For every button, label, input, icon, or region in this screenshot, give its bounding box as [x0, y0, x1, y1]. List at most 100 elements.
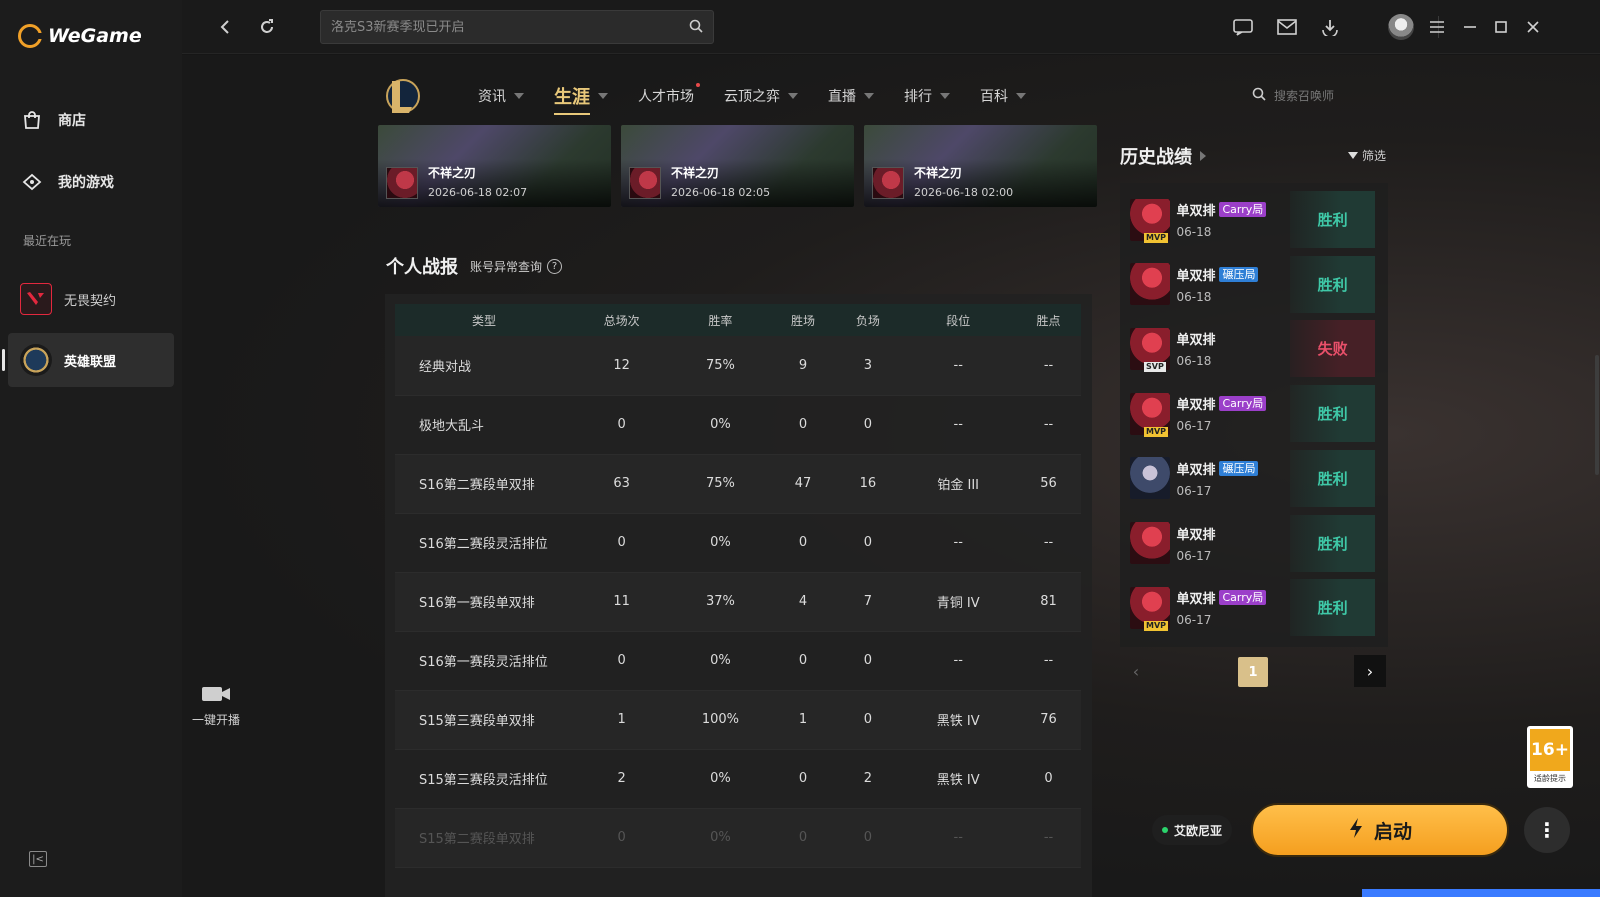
table-cell: S15第三赛段灵活排位 [395, 749, 573, 809]
sidebar-item-my-games[interactable]: 我的游戏 [20, 170, 114, 194]
server-selector[interactable]: 艾欧尼亚 [1152, 815, 1233, 845]
sidebar-game-lol[interactable]: 英雄联盟 [2, 333, 174, 387]
match-result: 失败 [1290, 320, 1375, 378]
champion-avatar [1130, 457, 1171, 500]
launch-button[interactable]: 启动 [1251, 803, 1509, 857]
tab-tft[interactable]: 云顶之弈 [724, 83, 798, 109]
table-cell: -- [900, 336, 1017, 396]
match-row[interactable]: MVP 单双排 Carry局 06-18 胜利 [1130, 191, 1375, 248]
match-mode: 单双排 [1176, 268, 1216, 284]
table-cell: S15第二赛段单双排 [395, 808, 573, 868]
video-champion-name: 不祥之刃 [914, 166, 963, 180]
tab-news[interactable]: 资讯 [478, 83, 524, 109]
match-info: 单双排 碾压局 06-18 [1176, 265, 1290, 304]
video-card[interactable]: 不祥之刃 2026-06-18 02:07 [378, 125, 611, 207]
tab-ranking[interactable]: 排行 [904, 83, 950, 109]
column-header: 类型 [395, 304, 573, 336]
more-options-icon[interactable]: ⋮ [1524, 807, 1570, 853]
account-query-link[interactable]: 账号异常查询 ? [470, 258, 563, 275]
page-number[interactable]: 1 [1238, 657, 1268, 687]
age-rating-badge[interactable]: 16+ 适龄提示 [1527, 726, 1573, 788]
refresh-icon[interactable] [254, 14, 280, 40]
history-title-label: 历史战绩 [1120, 147, 1192, 168]
tab-label: 云顶之弈 [724, 89, 780, 105]
sidebar: WeGame 商店 我的游戏 最近在玩 无畏契约 英雄联盟 |< [0, 0, 182, 897]
table-cell: 0 [1016, 749, 1081, 809]
match-row[interactable]: SVP 单双排 06-18 失败 [1130, 320, 1375, 378]
game-label: 英雄联盟 [64, 354, 117, 370]
table-cell: -- [1016, 513, 1081, 573]
match-row[interactable]: MVP 单双排 Carry局 06-17 胜利 [1130, 579, 1375, 637]
history-title[interactable]: 历史战绩 [1120, 143, 1206, 169]
nav-tabs: 资讯 生涯 人才市场 云顶之弈 直播 排行 百科 [478, 83, 1056, 115]
table-cell: 青铜 IV [900, 572, 1017, 632]
video-champion-name: 不祥之刃 [671, 166, 720, 180]
global-search-input[interactable] [331, 19, 689, 35]
column-header: 负场 [835, 304, 901, 336]
minimize-icon[interactable] [1457, 14, 1483, 40]
match-row[interactable]: 单双排 06-17 胜利 [1130, 514, 1375, 572]
chevron-down-icon [940, 93, 950, 99]
back-icon[interactable] [212, 14, 238, 40]
mail-icon[interactable] [1274, 14, 1300, 40]
tab-talent[interactable]: 人才市场 [638, 83, 700, 109]
menu-icon[interactable] [1424, 14, 1450, 40]
chevron-down-icon [864, 93, 874, 99]
table-cell: 2 [835, 749, 901, 809]
next-page-icon[interactable]: › [1354, 655, 1386, 687]
collapse-sidebar-icon[interactable]: |< [29, 851, 47, 867]
gamepad-icon [20, 170, 44, 194]
help-icon[interactable]: ? [547, 258, 563, 274]
match-mode-line: 单双排 Carry局 [1176, 588, 1290, 607]
match-tag: Carry局 [1219, 590, 1267, 606]
table-cell: 63 [573, 454, 671, 514]
section-title: 个人战报 [386, 257, 458, 278]
filter-button[interactable]: 筛选 [1348, 147, 1386, 164]
table-cell: 1 [573, 690, 671, 750]
maximize-icon[interactable] [1488, 14, 1514, 40]
match-result: 胜利 [1290, 255, 1375, 313]
tab-live[interactable]: 直播 [828, 83, 874, 109]
table-cell: 1 [770, 690, 836, 750]
match-row[interactable]: MVP 单双排 Carry局 06-17 胜利 [1130, 385, 1375, 443]
brand[interactable]: WeGame [18, 24, 142, 48]
tab-career[interactable]: 生涯 [554, 83, 608, 115]
sidebar-game-valorant[interactable]: 无畏契约 [8, 272, 174, 326]
top-bar [182, 0, 1600, 54]
summoner-search[interactable]: 搜索召唤师 [1252, 87, 1334, 104]
match-mode-line: 单双排 碾压局 [1176, 459, 1290, 478]
tab-wiki[interactable]: 百科 [980, 83, 1026, 109]
champion-avatar: MVP [1130, 392, 1171, 437]
match-result: 胜利 [1290, 449, 1375, 507]
download-icon[interactable] [1317, 14, 1343, 40]
video-champion-name: 不祥之刃 [428, 166, 477, 180]
table-cell: 黑铁 IV [900, 749, 1017, 809]
sidebar-item-store[interactable]: 商店 [20, 108, 86, 132]
lol-logo-icon[interactable] [382, 74, 422, 118]
stats-panel: 类型 总场次 胜率 胜场 负场 段位 胜点 经典对战 12 75% 9 3 -- -- 极地大… [385, 294, 1092, 897]
video-card[interactable]: 不祥之刃 2026-06-18 02:00 [864, 125, 1097, 207]
global-search[interactable] [320, 10, 714, 44]
scrollbar[interactable] [1595, 355, 1599, 475]
match-mode: 单双排 [1176, 398, 1216, 414]
table-cell: S16第二赛段灵活排位 [395, 513, 573, 573]
table-cell: S16第一赛段单双排 [395, 572, 573, 632]
match-row[interactable]: 单双排 碾压局 06-17 胜利 [1130, 449, 1375, 507]
chat-icon[interactable] [1230, 14, 1256, 40]
match-mode: 单双排 [1176, 333, 1216, 349]
match-row[interactable]: 单双排 碾压局 06-18 胜利 [1130, 255, 1375, 313]
table-cell: 0 [770, 808, 836, 868]
table-row: 经典对战 12 75% 9 3 -- -- [395, 336, 1081, 396]
close-icon[interactable] [1520, 14, 1546, 40]
table-cell: 0 [770, 395, 836, 455]
one-click-live-button[interactable]: 一键开播 [190, 685, 242, 728]
column-header: 总场次 [573, 304, 671, 336]
search-icon[interactable] [689, 18, 703, 37]
age-rating-value: 16+ [1531, 740, 1569, 760]
prev-page-icon[interactable]: ‹ [1120, 655, 1152, 687]
mvp-badge: MVP [1144, 620, 1169, 631]
user-avatar[interactable] [1388, 14, 1414, 40]
match-history-list: MVP 单双排 Carry局 06-18 胜利 单双排 碾压局 06-18 胜利 SVP 单双排 06… [1120, 183, 1388, 647]
video-card[interactable]: 不祥之刃 2026-06-18 02:05 [621, 125, 854, 207]
video-strip: 不祥之刃 2026-06-18 02:07 不祥之刃 2026-06-18 02… [378, 125, 1097, 207]
